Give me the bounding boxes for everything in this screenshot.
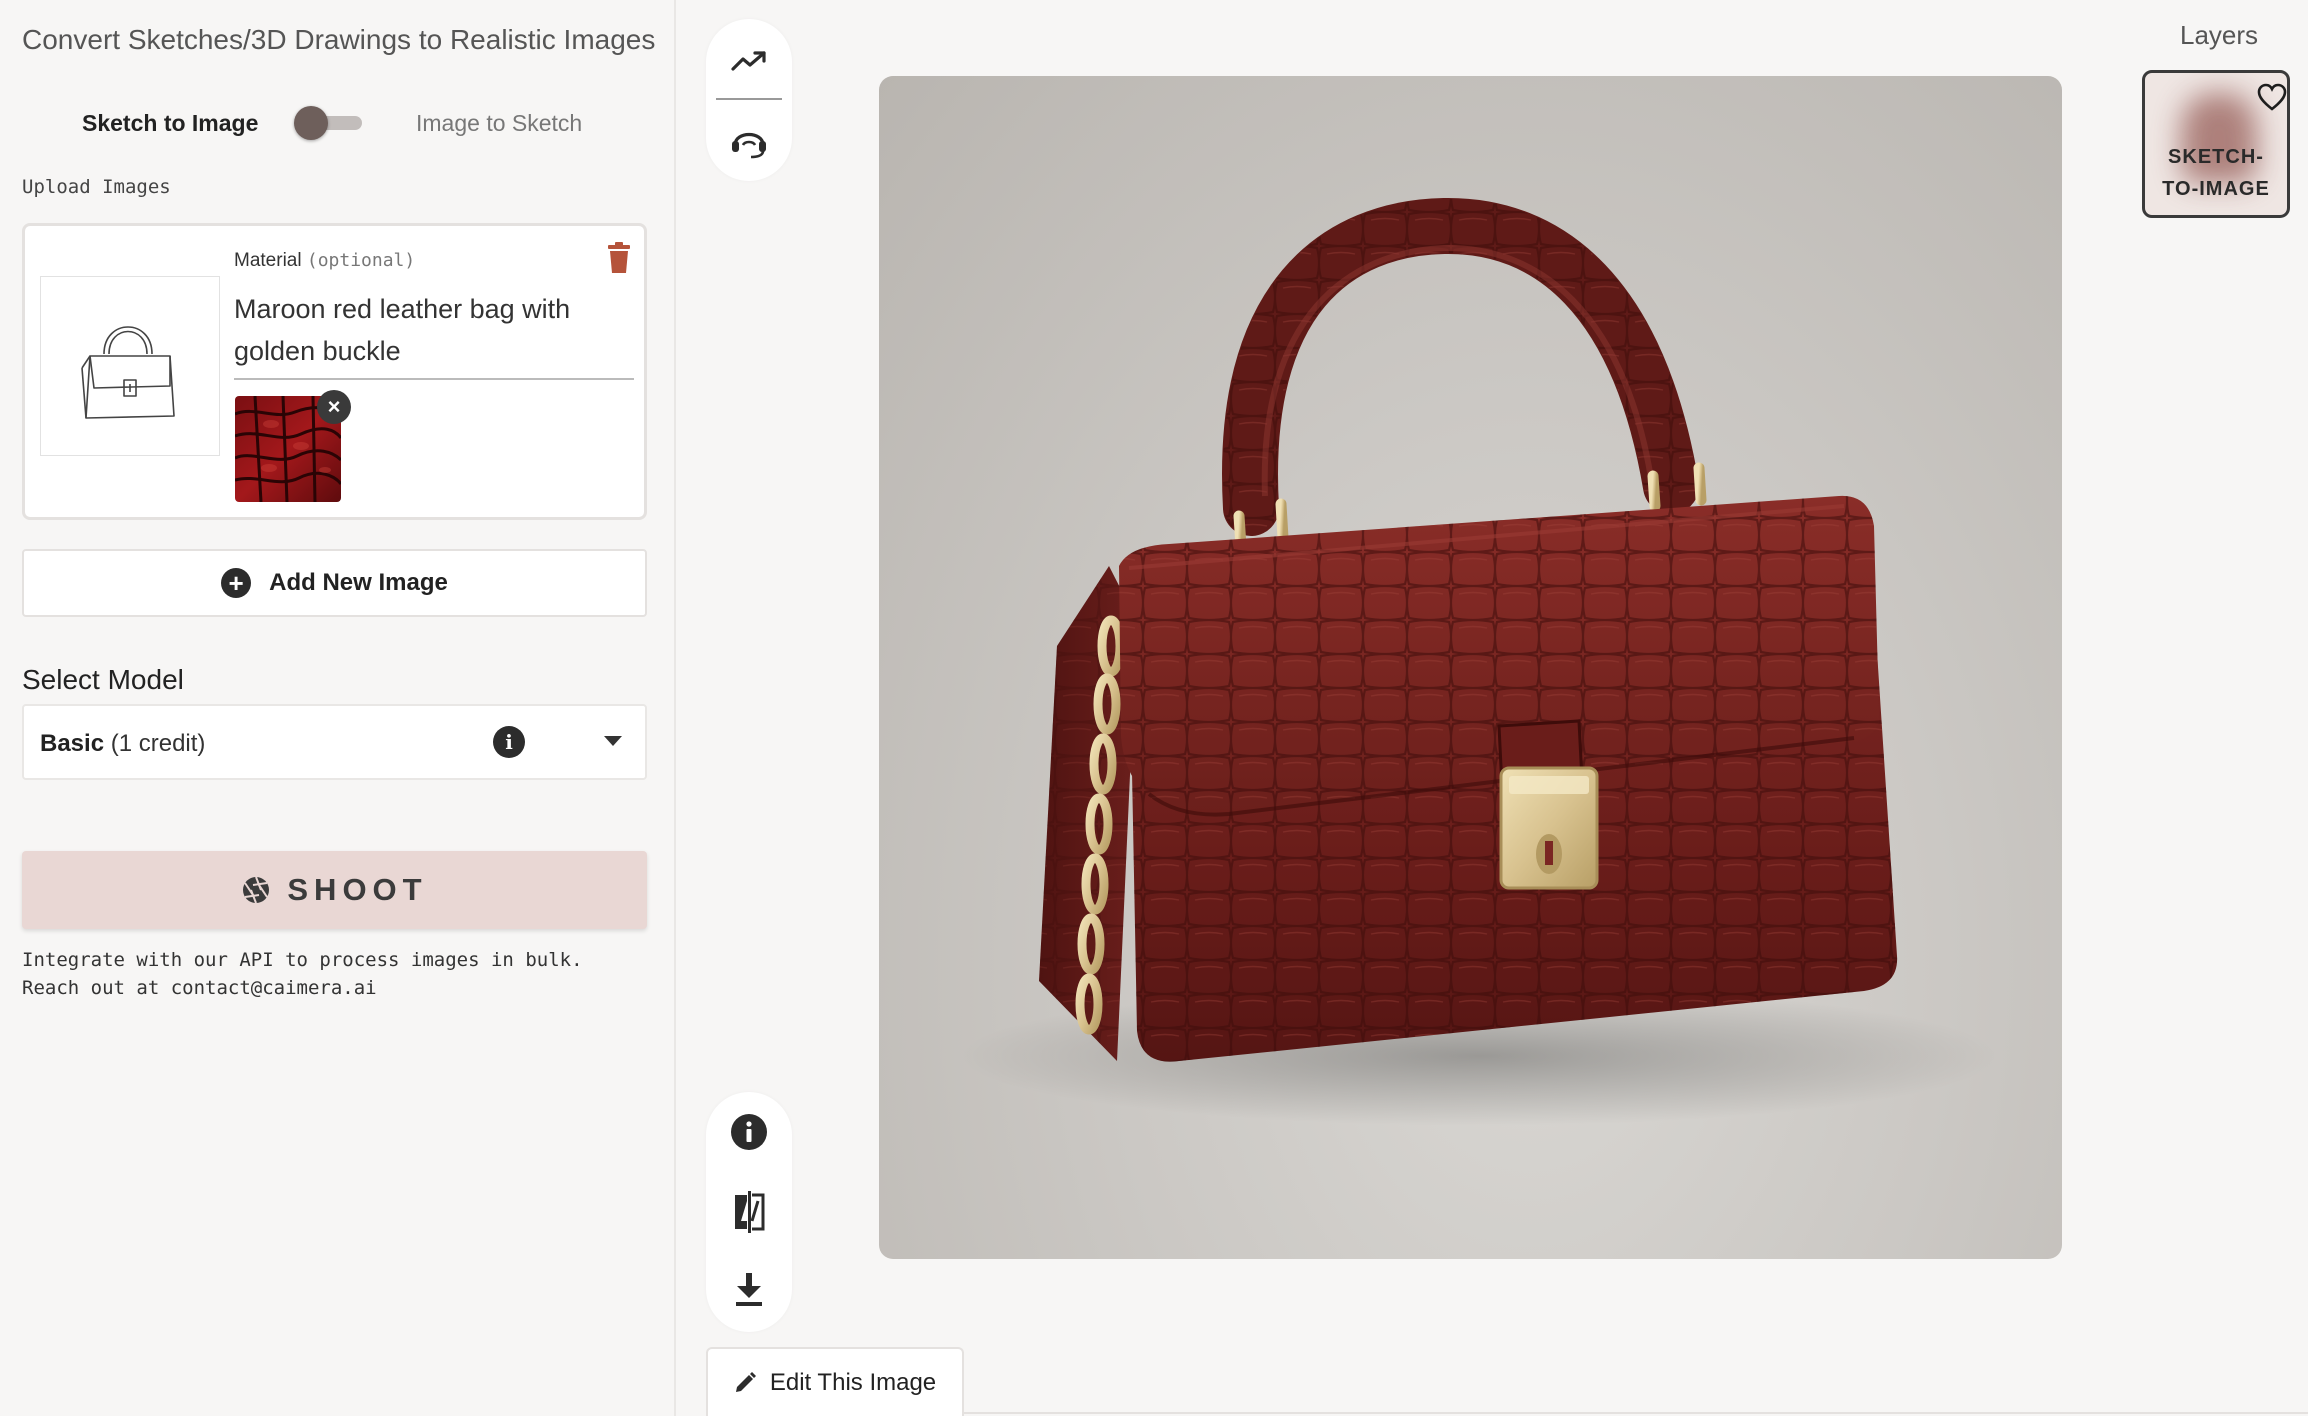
info-icon[interactable]: i (493, 726, 525, 758)
layers-title: Layers (2180, 20, 2259, 50)
layer-tag-line2: TO-IMAGE (2162, 178, 2270, 200)
select-model-label: Select Model (22, 664, 184, 695)
upload-card: Material (optional) Maroon red leather b… (22, 223, 647, 520)
material-description-input[interactable]: Maroon red leather bag with golden buckl… (234, 288, 634, 372)
api-note: Integrate with our API to process images… (22, 946, 583, 1002)
layer-item[interactable]: SKETCH- TO-IMAGE (2142, 70, 2290, 218)
model-select[interactable]: Basic (1 credit) i (22, 704, 647, 780)
shoot-label: SHOOT (287, 872, 428, 907)
trending-up-icon[interactable] (706, 29, 792, 93)
shoot-button[interactable]: SHOOT (22, 851, 647, 929)
edit-image-button[interactable]: Edit This Image (706, 1347, 964, 1416)
add-new-image-label: Add New Image (269, 569, 448, 596)
add-new-image-button[interactable]: + Add New Image (22, 549, 647, 617)
material-optional-text: (optional) (306, 250, 416, 271)
sketch-image (81, 326, 175, 419)
material-label-text: Material (234, 250, 302, 271)
material-label: Material (optional) (234, 250, 415, 272)
mode-toggle-row: Sketch to Image Image to Sketch (0, 100, 676, 146)
generated-image[interactable] (879, 76, 2062, 1259)
download-icon[interactable] (706, 1258, 792, 1322)
api-note-line2: Reach out at contact@caimera.ai (22, 977, 377, 999)
plus-circle-icon: + (221, 568, 252, 598)
layer-tag: SKETCH- TO-IMAGE (2145, 141, 2287, 205)
top-tool-strip (706, 19, 792, 181)
info-icon[interactable] (706, 1100, 792, 1164)
mode-toggle-switch[interactable] (294, 106, 368, 140)
page-title: Convert Sketches/3D Drawings to Realisti… (22, 24, 656, 55)
compare-icon[interactable] (706, 1180, 792, 1244)
layer-tag-line1: SKETCH- (2168, 146, 2264, 168)
support-headset-icon[interactable] (706, 109, 792, 173)
mode-sketch-to-image-label[interactable]: Sketch to Image (82, 110, 258, 137)
sketch-thumbnail[interactable] (40, 276, 220, 456)
handbag-render (959, 197, 1999, 1126)
edit-image-label: Edit This Image (769, 1368, 937, 1396)
api-note-line1: Integrate with our API to process images… (22, 949, 583, 971)
aperture-icon (243, 876, 270, 904)
material-input-underline (234, 378, 634, 380)
chevron-down-icon[interactable] (604, 736, 622, 746)
toggle-knob[interactable] (294, 106, 328, 140)
remove-swatch-icon[interactable]: × (317, 390, 351, 424)
mode-image-to-sketch-label[interactable]: Image to Sketch (416, 110, 582, 137)
tool-divider (716, 98, 782, 100)
pencil-icon (735, 1371, 756, 1392)
heart-icon[interactable] (2257, 83, 2287, 111)
model-credit: (1 credit) (110, 730, 206, 757)
model-select-value: Basic (1 credit) (40, 730, 205, 758)
bottom-tool-strip (706, 1092, 792, 1332)
bottom-divider (964, 1412, 2308, 1414)
delete-icon[interactable] (605, 242, 633, 274)
left-panel: Convert Sketches/3D Drawings to Realisti… (0, 0, 676, 1416)
model-name: Basic (40, 730, 105, 757)
upload-images-label: Upload Images (22, 176, 171, 198)
